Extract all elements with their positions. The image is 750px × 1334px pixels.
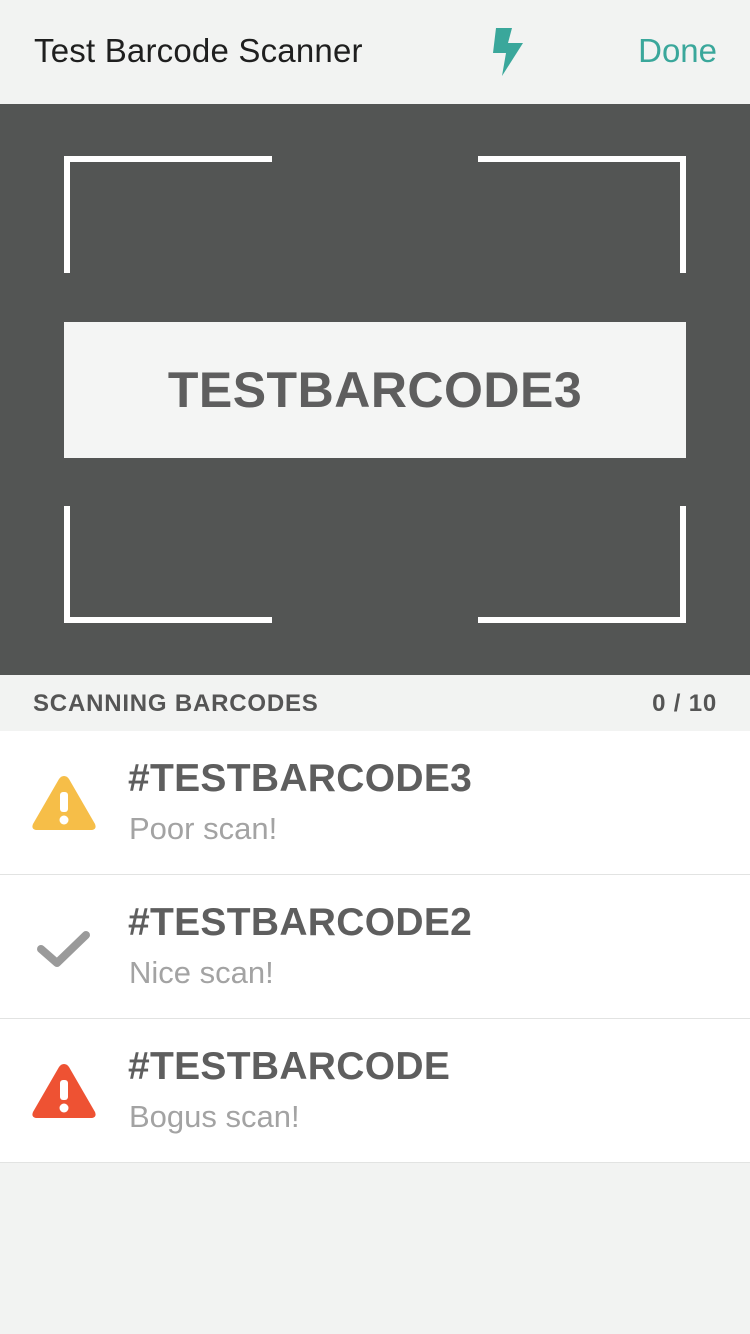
page-title: Test Barcode Scanner	[34, 32, 363, 69]
scan-code: #TESTBARCODE3	[128, 757, 473, 800]
list-item[interactable]: #TESTBARCODE2 Nice scan!	[0, 875, 750, 1019]
scan-list: #TESTBARCODE3 Poor scan! #TESTBARCODE2 N…	[0, 731, 750, 1163]
checkmark-icon	[37, 931, 90, 967]
flash-toggle-button[interactable]	[490, 26, 526, 78]
scan-status: Poor scan!	[129, 811, 278, 846]
list-item[interactable]: #TESTBARCODE Bogus scan!	[0, 1019, 750, 1163]
viewfinder-corner-top-right	[478, 156, 686, 273]
scan-status: Nice scan!	[129, 955, 274, 990]
lightning-bolt-icon	[493, 28, 523, 76]
scan-count: 0 / 10	[652, 690, 717, 717]
scan-code: #TESTBARCODE	[128, 1045, 451, 1088]
list-item[interactable]: #TESTBARCODE3 Poor scan!	[0, 731, 750, 875]
scan-code: #TESTBARCODE2	[128, 901, 473, 944]
camera-viewfinder: TESTBARCODE3	[0, 104, 750, 675]
viewfinder-corner-bottom-left	[64, 506, 272, 623]
done-button[interactable]: Done	[638, 32, 717, 70]
error-icon	[32, 1064, 96, 1118]
viewfinder-corner-bottom-right	[478, 506, 686, 623]
viewfinder-corner-top-left	[64, 156, 272, 273]
detected-barcode-box: TESTBARCODE3	[64, 322, 686, 458]
detected-barcode-text: TESTBARCODE3	[167, 362, 583, 418]
section-title: SCANNING BARCODES	[33, 690, 319, 717]
warning-icon	[32, 776, 96, 830]
scan-status: Bogus scan!	[129, 1099, 300, 1134]
navigation-bar: Test Barcode Scanner Done	[0, 0, 750, 104]
section-header: SCANNING BARCODES 0 / 10	[0, 675, 750, 731]
